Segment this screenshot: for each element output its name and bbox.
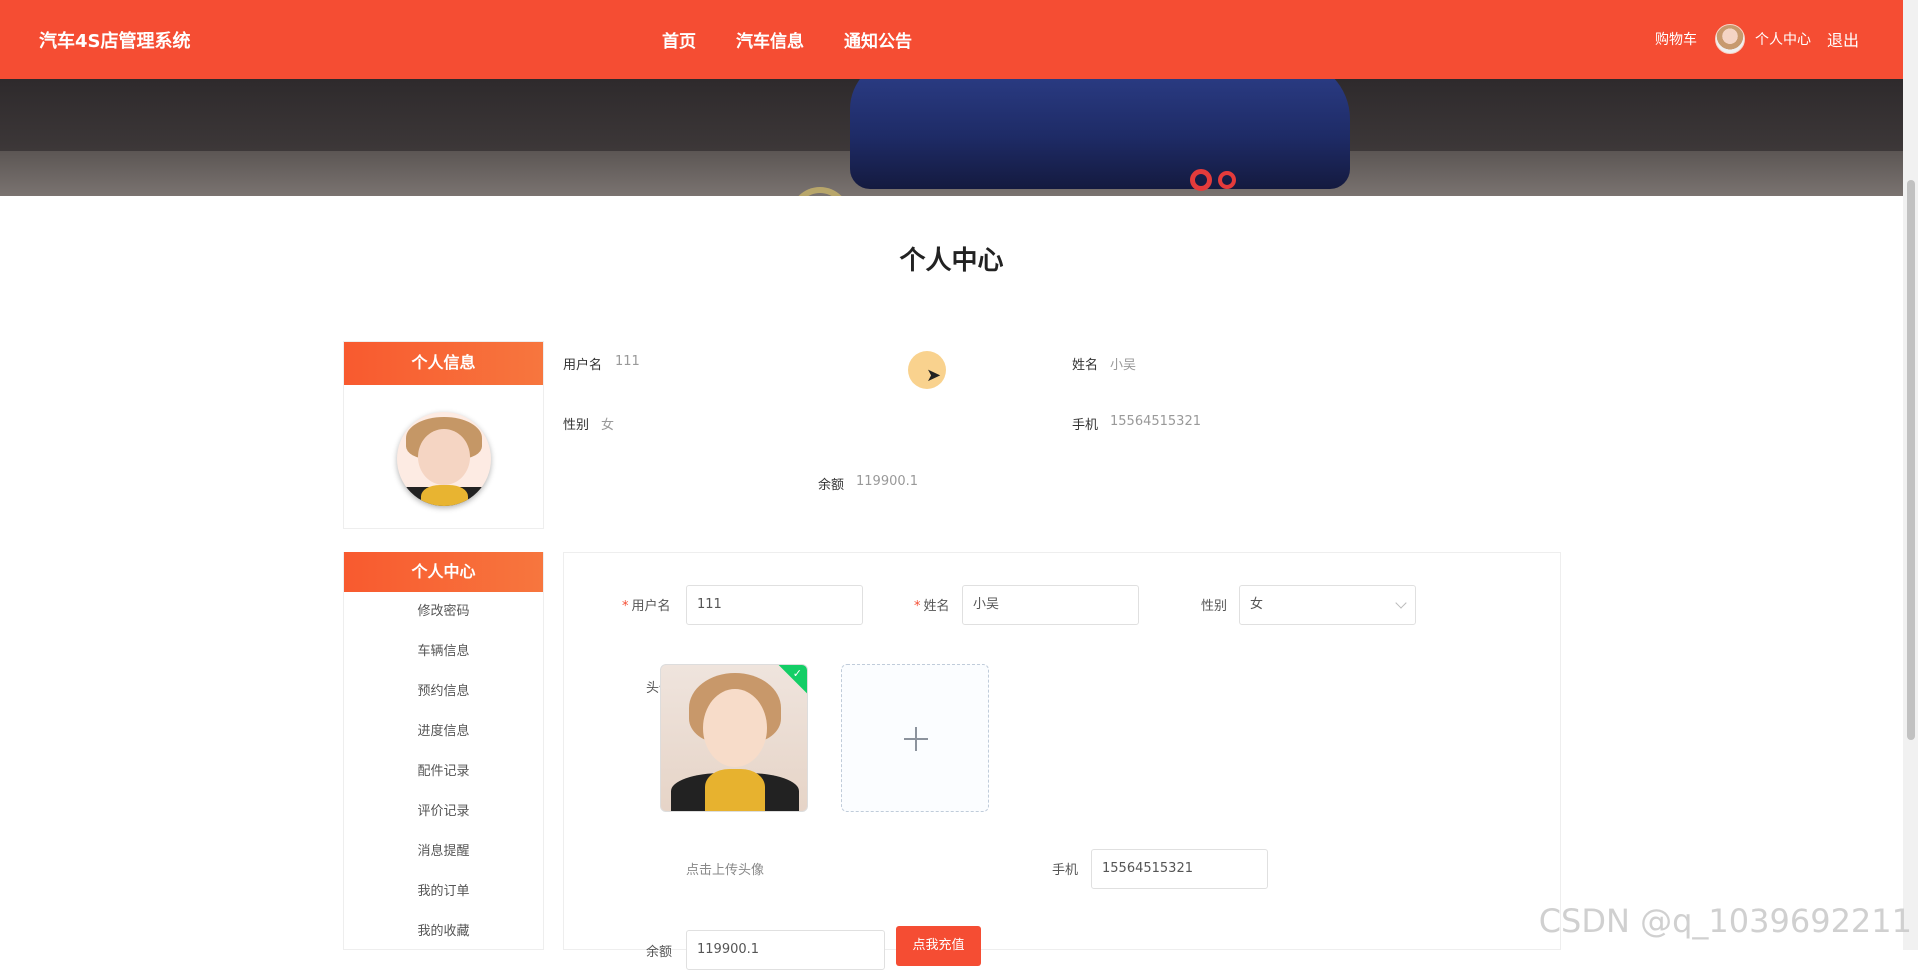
menu-item-change-password[interactable]: 修改密码 — [344, 600, 543, 619]
phone-input[interactable]: 15564515321 — [1091, 849, 1268, 889]
info-gender-label: 性别 — [563, 414, 589, 433]
chevron-down-icon — [1395, 597, 1406, 608]
scrollbar-thumb[interactable] — [1907, 180, 1915, 740]
logout-link[interactable]: 退出 — [1827, 27, 1859, 51]
nav-home-link[interactable]: 首页 — [662, 27, 696, 52]
menu-item-vehicle-info[interactable]: 车辆信息 — [344, 640, 543, 659]
watermark: CSDN @q_1039692211 — [1539, 902, 1912, 940]
info-username-label: 用户名 — [563, 354, 602, 373]
mouse-cursor-icon: ➤ — [926, 365, 941, 386]
cart-link[interactable]: 购物车 — [1655, 29, 1697, 49]
page-title: 个人中心 — [0, 240, 1903, 277]
menu-item-parts-records[interactable]: 配件记录 — [344, 760, 543, 779]
profile-avatar — [397, 412, 491, 506]
upload-hint: 点击上传头像 — [686, 859, 764, 878]
info-gender-value: 女 — [601, 414, 614, 433]
user-nav: 购物车 个人中心 退出 — [1655, 24, 1859, 54]
banner-car-image — [850, 79, 1350, 189]
nav-car-info-link[interactable]: 汽车信息 — [736, 27, 804, 52]
page-scrollbar[interactable] — [1903, 0, 1918, 950]
menu-item-reviews[interactable]: 评价记录 — [344, 800, 543, 819]
nav-notice-link[interactable]: 通知公告 — [844, 27, 912, 52]
top-navbar: 汽车4S店管理系统 首页 汽车信息 通知公告 购物车 个人中心 退出 — [0, 0, 1903, 79]
form-name-label: *姓名 — [914, 595, 950, 614]
menu-item-favorites[interactable]: 我的收藏 — [344, 920, 543, 939]
profile-edit-form: *用户名 111 *姓名 小吴 性别 女 头像 ✓ 点击上传头像 手机 1556… — [563, 552, 1561, 950]
menu-item-appointment[interactable]: 预约信息 — [344, 680, 543, 699]
main-nav: 首页 汽车信息 通知公告 — [662, 27, 912, 52]
form-gender-label: 性别 — [1201, 595, 1227, 614]
menu-item-progress[interactable]: 进度信息 — [344, 720, 543, 739]
recharge-button[interactable]: 点我充值 — [896, 926, 981, 966]
info-username-value: 111 — [615, 354, 640, 369]
name-input[interactable]: 小吴 — [962, 585, 1139, 625]
username-input[interactable]: 111 — [686, 585, 863, 625]
profile-avatar-box — [343, 341, 544, 529]
menu-header[interactable]: 个人中心 — [344, 552, 543, 592]
site-brand[interactable]: 汽车4S店管理系统 — [39, 27, 191, 53]
user-center-link[interactable]: 个人中心 — [1755, 29, 1811, 49]
info-phone-value: 15564515321 — [1110, 414, 1201, 429]
avatar[interactable] — [1715, 24, 1745, 54]
form-phone-label: 手机 — [1052, 859, 1078, 878]
info-name-value: 小吴 — [1110, 354, 1136, 373]
form-balance-label: 余额 — [646, 941, 672, 960]
gender-select[interactable]: 女 — [1239, 585, 1416, 625]
banner-taillight — [1218, 171, 1236, 189]
balance-input[interactable]: 119900.1 — [686, 930, 885, 970]
banner-carousel[interactable] — [0, 79, 1903, 196]
info-name-label: 姓名 — [1072, 354, 1098, 373]
info-balance-value: 119900.1 — [856, 474, 918, 489]
info-phone-label: 手机 — [1072, 414, 1098, 433]
avatar-upload-thumbnail[interactable]: ✓ — [660, 664, 808, 812]
form-username-label: *用户名 — [622, 595, 671, 614]
gender-select-value: 女 — [1250, 597, 1263, 612]
banner-taillight — [1190, 169, 1212, 191]
menu-item-orders[interactable]: 我的订单 — [344, 880, 543, 899]
menu-item-messages[interactable]: 消息提醒 — [344, 840, 543, 859]
check-icon: ✓ — [793, 667, 802, 680]
info-balance-label: 余额 — [818, 474, 844, 493]
avatar-upload-button[interactable] — [841, 664, 989, 812]
